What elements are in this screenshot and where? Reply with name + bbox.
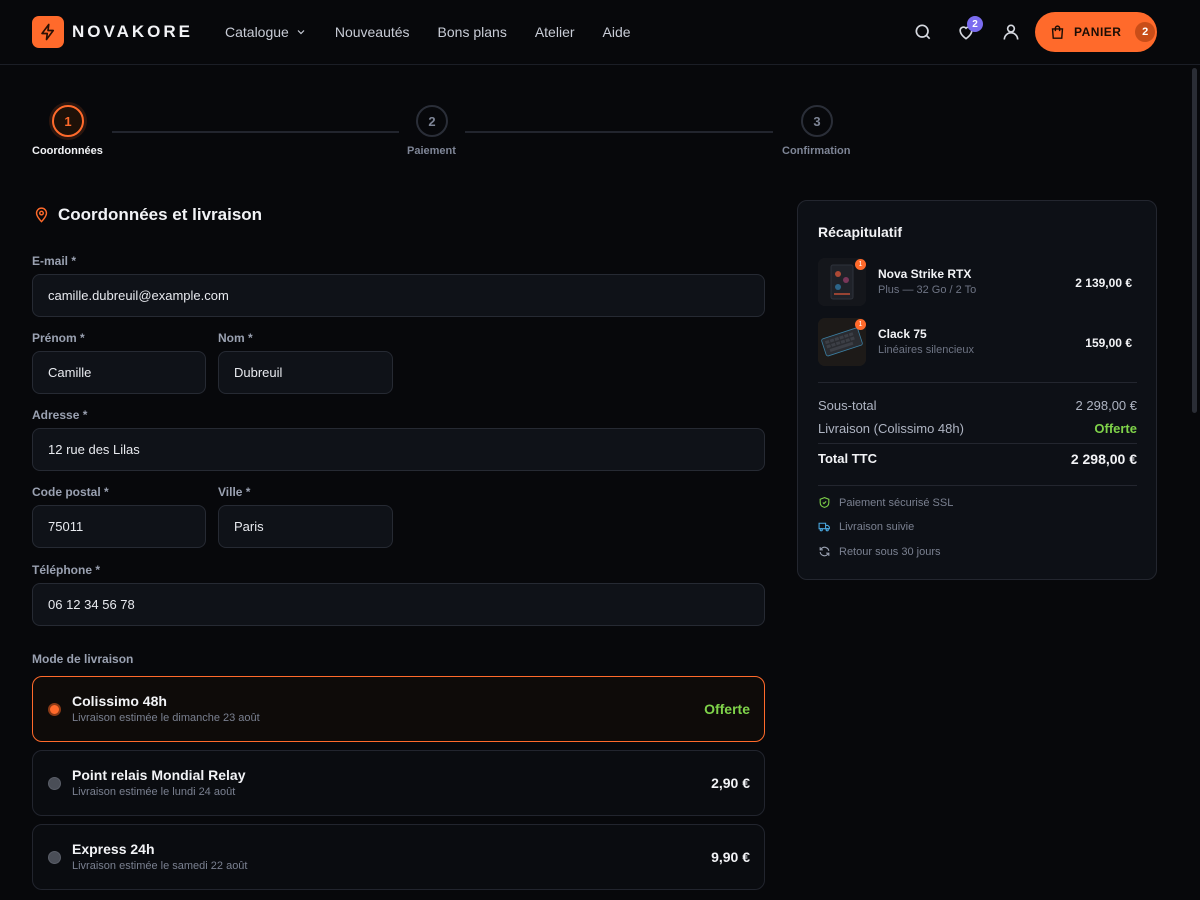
cart-label: PANIER (1074, 25, 1122, 39)
firstname-field[interactable] (32, 351, 206, 394)
postcode-field[interactable] (32, 505, 206, 548)
shipping-option-name: Express 24h (72, 841, 155, 857)
product-variant: Linéaires silencieux (878, 344, 974, 356)
quantity-badge: 1 (855, 259, 866, 270)
step-1-label: Coordonnées (32, 145, 103, 157)
brand-name[interactable]: NOVAKORE (72, 22, 193, 42)
nav-item-atelier[interactable]: Atelier (535, 24, 575, 40)
nav-item-nouveautes[interactable]: Nouveautés (335, 24, 410, 40)
shipping-option-name: Point relais Mondial Relay (72, 767, 246, 783)
lastname-field[interactable] (218, 351, 393, 394)
shipping-option-express[interactable]: Express 24h Livraison estimée le samedi … (32, 824, 765, 890)
summary-title: Récapitulatif (818, 224, 903, 240)
product-variant: Plus — 32 Go / 2 To (878, 284, 977, 296)
shipping-row: Livraison (Colissimo 48h) Offerte (818, 421, 1137, 436)
shipping-option-price: 2,90 € (711, 775, 750, 791)
city-label: Ville * (218, 485, 251, 499)
address-label: Adresse * (32, 408, 88, 422)
trust-item-returns: Retour sous 30 jours (818, 545, 941, 558)
shipping-option-eta: Livraison estimée le samedi 22 août (72, 860, 248, 872)
step-3-label: Confirmation (782, 145, 851, 157)
shopping-bag-icon (1051, 24, 1064, 39)
logo[interactable] (32, 16, 64, 48)
quantity-badge: 1 (855, 319, 866, 330)
step-1-indicator: 1 (52, 105, 84, 137)
product-name: Clack 75 (878, 327, 927, 341)
shipping-option-colissimo[interactable]: Colissimo 48h Livraison estimée le diman… (32, 676, 765, 742)
page-scrollbar[interactable] (1192, 68, 1197, 413)
trust-item-ssl: Paiement sécurisé SSL (818, 496, 953, 509)
shipping-option-eta: Livraison estimée le lundi 24 août (72, 786, 236, 798)
subtotal-value: 2 298,00 € (1075, 398, 1137, 413)
trust-item-tracking: Livraison suivie (818, 520, 914, 533)
step-3-indicator: 3 (801, 105, 833, 137)
shield-check-icon (819, 497, 830, 508)
step-connector (465, 131, 773, 133)
step-2-indicator: 2 (416, 105, 448, 137)
address-field[interactable] (32, 428, 765, 471)
radio-unselected[interactable] (48, 777, 61, 790)
refresh-icon (819, 546, 830, 557)
firstname-label: Prénom * (32, 331, 85, 345)
radio-unselected[interactable] (48, 851, 61, 864)
wishlist-count-badge: 2 (967, 16, 983, 32)
total-value: 2 298,00 € (1070, 451, 1137, 467)
divider (818, 382, 1137, 383)
shipping-option-mondial-relay[interactable]: Point relais Mondial Relay Livraison est… (32, 750, 765, 816)
nav-item-catalogue[interactable]: Catalogue (225, 24, 307, 40)
subtotal-row: Sous-total 2 298,00 € (818, 398, 1137, 413)
product-price: 159,00 € (1085, 336, 1132, 350)
shipping-mode-label: Mode de livraison (32, 652, 134, 666)
product-name: Nova Strike RTX (878, 267, 972, 281)
email-label: E-mail * (32, 254, 77, 268)
top-header: NOVAKORE Catalogue Nouveautés Bons plans… (0, 0, 1200, 65)
main-nav: Catalogue Nouveautés Bons plans Atelier … (225, 24, 631, 40)
step-connector (112, 131, 399, 133)
shipping-option-price: Offerte (704, 701, 750, 717)
shipping-option-eta: Livraison estimée le dimanche 23 août (72, 712, 260, 724)
section-title: Coordonnées et livraison (58, 205, 263, 224)
total-row: Total TTC 2 298,00 € (818, 451, 1137, 467)
user-icon[interactable] (1001, 22, 1021, 42)
truck-icon (818, 522, 830, 532)
shipping-option-name: Colissimo 48h (72, 693, 167, 709)
shipping-value: Offerte (1094, 421, 1137, 436)
chevron-down-icon (297, 30, 305, 35)
divider (818, 443, 1137, 444)
lastname-label: Nom * (218, 331, 253, 345)
step-2-label: Paiement (407, 145, 456, 157)
nav-item-bons-plans[interactable]: Bons plans (438, 24, 507, 40)
postcode-label: Code postal * (32, 485, 109, 499)
email-field[interactable] (32, 274, 765, 317)
phone-field[interactable] (32, 583, 765, 626)
order-summary-panel: Récapitulatif 1 Nova Strike RTX Plus — 3… (797, 200, 1157, 580)
cart-button[interactable]: PANIER 2 (1035, 12, 1157, 52)
radio-selected[interactable] (48, 703, 61, 716)
divider (818, 485, 1137, 486)
product-price: 2 139,00 € (1075, 276, 1132, 290)
city-field[interactable] (218, 505, 393, 548)
search-icon[interactable] (913, 22, 933, 42)
lightning-icon (41, 23, 55, 41)
map-pin-icon (35, 207, 48, 223)
shipping-option-price: 9,90 € (711, 849, 750, 865)
nav-item-aide[interactable]: Aide (603, 24, 631, 40)
cart-count-badge: 2 (1135, 22, 1156, 42)
phone-label: Téléphone * (32, 563, 101, 577)
